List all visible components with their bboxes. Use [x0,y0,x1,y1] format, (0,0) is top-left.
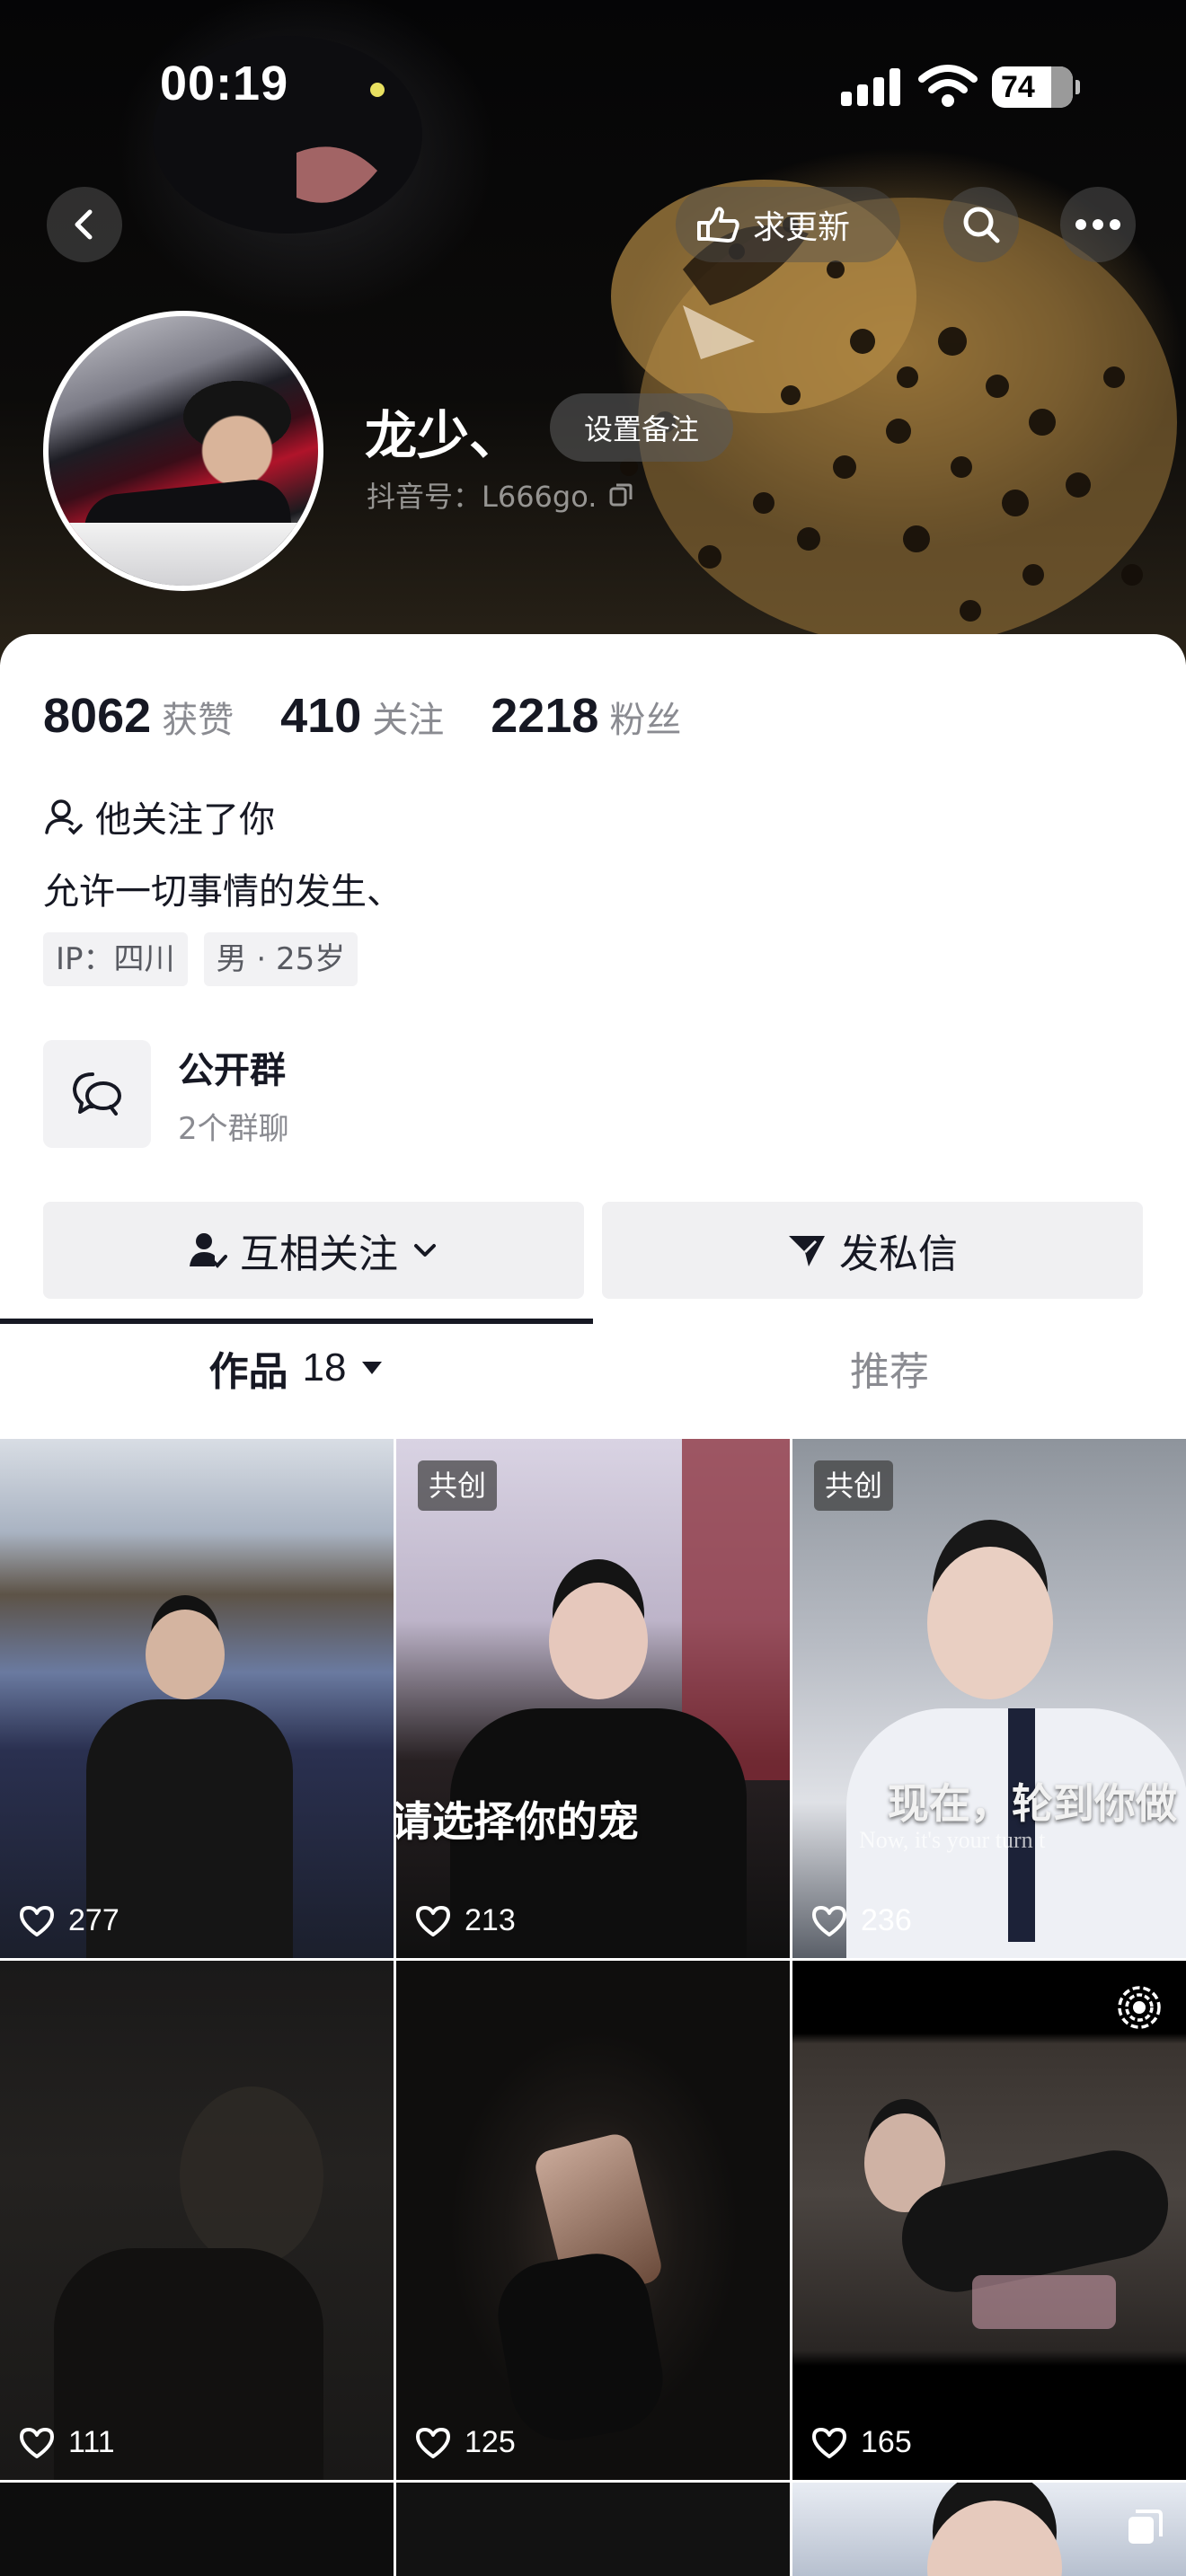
group-chat-icon [43,1040,151,1148]
video-thumbnail[interactable]: 165 [792,1961,1186,2480]
mutual-follow-icon [190,1233,227,1268]
cocreate-badge: 共创 [418,1460,498,1511]
like-count: 213 [414,1903,516,1938]
wifi-icon [918,65,978,107]
video-thumbnail[interactable]: 共创 现在，轮到你做 Now, it's your turn t 236 [792,1439,1186,1958]
stat-likes-label: 获赞 [162,700,235,741]
more-dots-icon [1075,219,1120,230]
chevron-down-icon [414,1244,436,1257]
tab-works-count: 18 [302,1345,347,1389]
like-count-value: 125 [465,2425,516,2459]
send-message-label: 发私信 [839,1231,958,1277]
stat-followers-value: 2218 [491,689,599,743]
active-tab-indicator [0,1319,593,1324]
like-count: 111 [18,2425,115,2460]
group-title: 公开群 [178,1049,286,1091]
tab-recommend-label: 推荐 [850,1349,929,1395]
cocreate-badge: 共创 [814,1460,894,1511]
update-hand-icon [697,207,739,243]
ip-location-tag: IP：四川 [43,932,188,986]
like-count: 165 [810,2425,912,2460]
stat-following-label: 关注 [372,700,445,741]
stat-following[interactable]: 410 关注 [280,688,444,744]
gender-age-tag: 男 · 25岁 [203,932,358,986]
douyin-id[interactable]: 抖音号：L666go. [367,474,634,516]
request-update-label: 求更新 [753,209,851,246]
like-count-value: 277 [68,1903,119,1937]
video-thumbnail[interactable]: 277 [0,1439,394,1958]
douyin-id-text: 抖音号：L666go. [367,480,597,514]
mutual-follow-label: 互相关注 [240,1231,398,1277]
like-count-value: 111 [68,2425,115,2459]
public-group-entry[interactable]: 公开群 2个群聊 [43,1040,289,1148]
copy-icon[interactable] [607,481,634,508]
status-time: 00:19 [160,57,289,110]
status-bar: 00:19 74 [0,0,1186,171]
heart-icon [20,1905,54,1936]
follows-you-indicator: 他关注了你 [43,790,275,842]
set-remark-button[interactable]: 设置备注 [550,393,733,462]
heart-icon [416,2427,450,2458]
battery-icon: 74 [992,66,1080,108]
heart-icon [812,2427,846,2458]
live-broadcast-icon [1118,1986,1161,2029]
tab-works[interactable]: 作品 18 [0,1322,593,1414]
follows-you-label: 他关注了你 [95,799,275,841]
profile-bio: 允许一切事情的发生、 [43,871,403,913]
more-options-button[interactable] [1060,187,1136,262]
stats-row: 8062 获赞 410 关注 2218 粉丝 [43,688,728,744]
cellular-signal-icon [841,68,900,106]
like-count: 277 [18,1903,119,1938]
user-icon [45,799,83,835]
video-thumbnail[interactable]: 111 [0,1961,394,2480]
heart-icon [20,2427,54,2458]
mutual-follow-button[interactable]: 互相关注 [43,1202,584,1299]
stat-followers-label: 粉丝 [609,700,682,741]
stat-likes-value: 8062 [43,689,152,743]
like-count: 236 [810,1903,912,1938]
caret-down-icon[interactable] [360,1360,384,1376]
send-message-button[interactable]: 发私信 [602,1202,1143,1299]
request-update-button[interactable]: 求更新 [676,187,900,262]
back-arrow-icon [75,209,93,240]
content-tabs: 作品 18 推荐 [0,1322,1186,1414]
stat-following-value: 410 [280,689,362,743]
video-thumbnail[interactable] [792,2483,1186,2576]
avatar[interactable] [43,311,323,591]
battery-level: 74 [1001,70,1035,104]
video-thumbnail[interactable]: 125 [396,1961,790,2480]
video-caption: 请选择你的宠 [396,1797,639,1846]
tab-works-label: 作品 [208,1349,288,1395]
heart-icon [416,1905,450,1936]
like-count: 125 [414,2425,516,2460]
like-count-value: 236 [861,1903,912,1937]
tab-recommend[interactable]: 推荐 [593,1322,1186,1414]
profile-nickname: 龙少、 [365,405,522,466]
search-icon [963,207,1000,243]
video-thumbnail[interactable] [0,2483,394,2576]
profile-tags: IP：四川 男 · 25岁 [43,932,374,986]
like-count-value: 213 [465,1903,516,1937]
video-thumbnail[interactable] [396,2483,790,2576]
video-caption-english: Now, it's your turn t [859,1827,1046,1853]
multi-image-icon [1128,2510,1163,2544]
video-caption: 现在，轮到你做 [888,1779,1177,1828]
video-thumbnail[interactable]: 共创 请选择你的宠 213 [396,1439,790,1958]
send-icon [789,1236,825,1266]
stat-likes: 8062 获赞 [43,688,234,744]
stat-followers[interactable]: 2218 粉丝 [491,688,681,744]
search-button[interactable] [943,187,1019,262]
group-subtitle: 2个群聊 [178,1110,289,1147]
back-button[interactable] [47,187,122,262]
like-count-value: 165 [861,2425,912,2459]
heart-icon [812,1905,846,1936]
